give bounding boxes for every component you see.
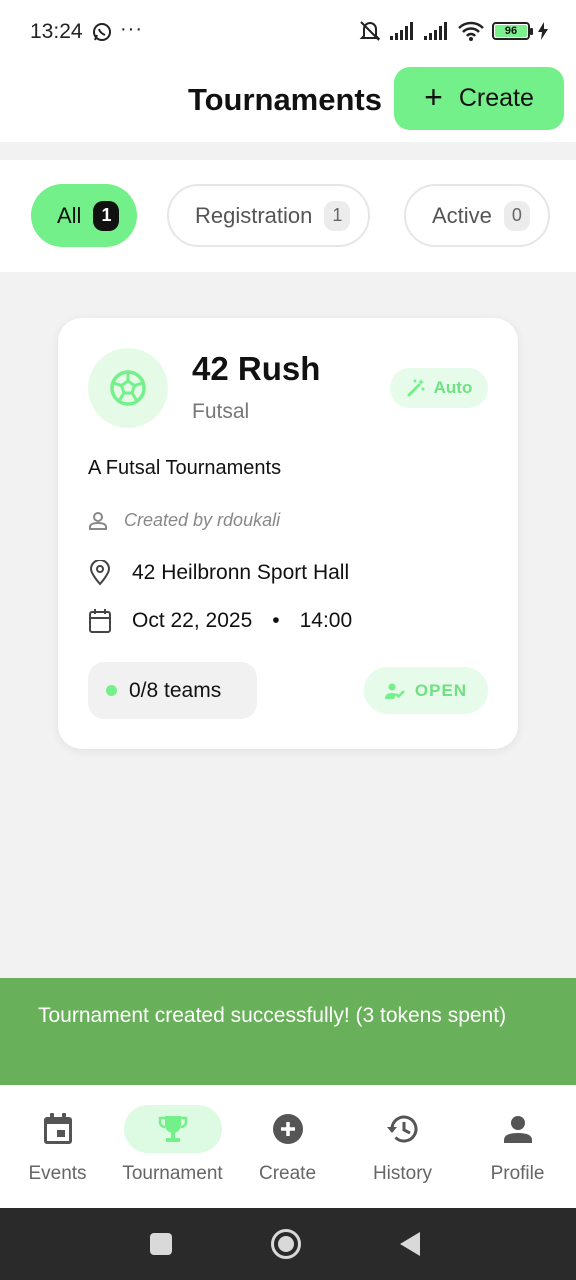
charging-icon xyxy=(538,22,548,40)
nav-icon-container xyxy=(123,1105,222,1153)
soccer-ball-icon xyxy=(110,370,146,406)
plus-icon: + xyxy=(424,79,443,115)
recents-button-icon[interactable] xyxy=(149,1232,173,1256)
nav-label: Profile xyxy=(490,1163,545,1184)
signal-icon-2 xyxy=(424,22,447,40)
filter-tab-label: Registration xyxy=(195,202,313,228)
whatsapp-icon xyxy=(93,23,111,41)
home-button-icon[interactable] xyxy=(270,1228,302,1260)
create-tournament-button[interactable]: + Create xyxy=(394,67,564,130)
location-pin-icon xyxy=(89,560,111,586)
nav-item-profile[interactable]: Profile xyxy=(460,1105,575,1185)
back-button-icon[interactable] xyxy=(398,1230,422,1258)
system-navigation-bar xyxy=(0,1208,576,1280)
filter-tabs: All 1 Registration 1 Active 0 xyxy=(0,160,576,272)
auto-mode-badge: Auto xyxy=(390,368,488,408)
person-check-icon xyxy=(384,683,405,699)
calendar-outline-icon xyxy=(89,609,111,633)
wifi-icon xyxy=(458,21,484,41)
nav-icon-container xyxy=(239,1105,337,1153)
teams-count-pill: 0/8 teams xyxy=(88,662,257,719)
location-text: 42 Heilbronn Sport Hall xyxy=(132,561,350,584)
snackbar-message: Tournament created successfully! (3 toke… xyxy=(38,1004,507,1027)
trophy-icon xyxy=(158,1116,187,1142)
person-icon xyxy=(503,1116,532,1143)
battery-level: 96 xyxy=(495,25,527,37)
nav-icon-container xyxy=(354,1105,452,1153)
filter-tab-label: All xyxy=(57,202,82,228)
nav-label: Events xyxy=(28,1163,87,1184)
created-by-text: Created by rdoukali xyxy=(124,510,281,530)
bottom-navigation: Events Tournament Create History Profile xyxy=(0,1085,576,1208)
filter-tab-count: 1 xyxy=(93,200,120,231)
person-outline-icon xyxy=(89,511,107,530)
sport-avatar xyxy=(88,348,168,428)
status-icons: 96 xyxy=(358,20,548,42)
registration-status-badge: OPEN xyxy=(364,667,488,714)
date-text: Oct 22, 2025 xyxy=(132,609,253,632)
filter-tab-label: Active xyxy=(432,202,492,228)
time-text: 14:00 xyxy=(299,609,353,632)
nav-item-tournament[interactable]: Tournament xyxy=(115,1105,230,1185)
nav-icon-container xyxy=(9,1105,107,1153)
filter-tab-active[interactable]: Active 0 xyxy=(404,184,550,247)
tournament-sport: Futsal xyxy=(192,400,250,423)
tournament-card[interactable]: 42 Rush Futsal Auto A Futsal Tournaments… xyxy=(58,318,518,749)
nav-item-create[interactable]: Create xyxy=(230,1105,345,1185)
page-title: Tournaments xyxy=(187,82,382,117)
nav-item-history[interactable]: History xyxy=(345,1105,460,1185)
nav-icon-container xyxy=(469,1105,567,1153)
tournament-name: 42 Rush xyxy=(192,350,321,387)
created-by-row: Created by rdoukali xyxy=(88,510,280,531)
history-icon xyxy=(386,1115,417,1143)
auto-badge-label: Auto xyxy=(433,378,473,397)
status-bar: 13:24 ··· 96 xyxy=(0,0,576,66)
mute-icon xyxy=(359,21,381,41)
date-row: Oct 22, 2025 • 14:00 xyxy=(88,608,352,634)
filter-tab-count: 0 xyxy=(503,200,530,231)
nav-label: Tournament xyxy=(122,1163,223,1184)
date-separator: • xyxy=(272,609,280,632)
nav-label: History xyxy=(372,1163,433,1184)
status-badge-label: OPEN xyxy=(414,680,468,700)
nav-item-events[interactable]: Events xyxy=(0,1105,115,1185)
filter-tab-all[interactable]: All 1 xyxy=(31,184,138,247)
app-header: Tournaments + Create xyxy=(0,66,576,142)
location-row: 42 Heilbronn Sport Hall xyxy=(88,560,349,586)
filter-tab-count: 1 xyxy=(324,200,351,231)
signal-icon xyxy=(390,22,413,40)
more-notifications-icon: ··· xyxy=(120,18,143,40)
teams-count: 0/8 teams xyxy=(129,678,222,702)
magic-wand-icon xyxy=(407,379,425,397)
add-circle-icon xyxy=(272,1114,303,1144)
filter-tab-registration[interactable]: Registration 1 xyxy=(167,184,371,247)
nav-label: Create xyxy=(258,1163,317,1184)
success-snackbar: Tournament created successfully! (3 toke… xyxy=(0,978,576,1085)
status-dot xyxy=(106,685,117,696)
create-button-label: Create xyxy=(458,84,534,112)
tournament-description: A Futsal Tournaments xyxy=(88,457,282,479)
battery-icon: 96 xyxy=(492,22,533,40)
calendar-icon xyxy=(43,1113,72,1144)
status-time: 13:24 xyxy=(30,20,83,43)
